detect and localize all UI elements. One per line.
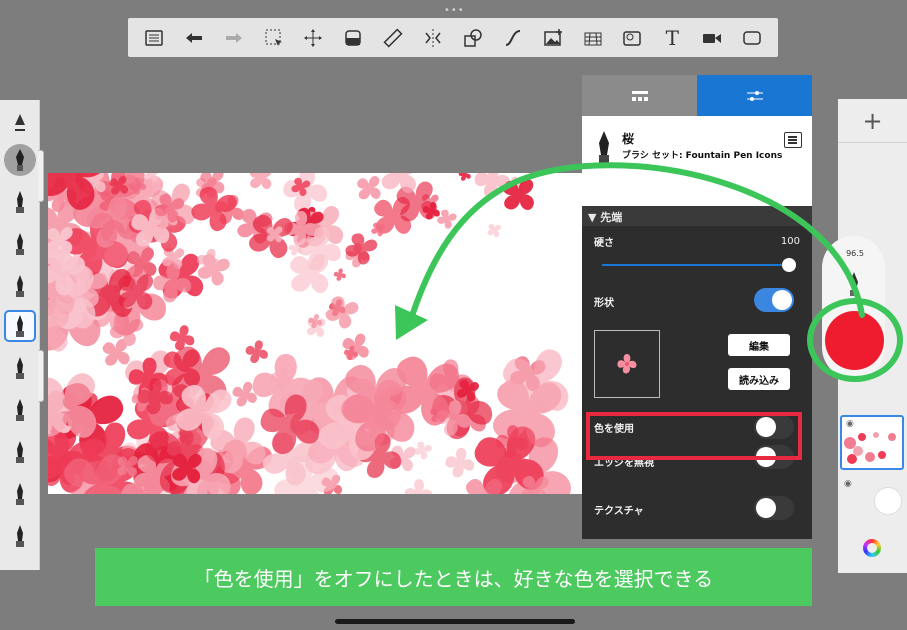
timelapse-icon[interactable] [618, 24, 646, 52]
hardness-slider-knob[interactable] [782, 258, 796, 272]
brush-slot-2[interactable] [4, 186, 36, 218]
hardness-slider[interactable] [602, 258, 796, 272]
sakura-flower [306, 312, 325, 330]
sakura-flower [457, 173, 473, 183]
sakura-flower [242, 173, 280, 197]
sakura-flower [243, 337, 271, 366]
image-icon[interactable] [539, 24, 567, 52]
sakura-artwork [48, 173, 582, 494]
curve-icon[interactable] [499, 24, 527, 52]
brush-set-name: ブラシ セット: Fountain Pen Icons [622, 151, 783, 161]
shapes-icon[interactable] [459, 24, 487, 52]
grid-icon [631, 90, 648, 101]
tab-brush-grid[interactable] [582, 75, 697, 116]
home-indicator[interactable] [335, 619, 575, 624]
shape-preview-row: 編集 読み込み [582, 330, 812, 410]
symmetry-icon[interactable] [419, 24, 447, 52]
perspective-icon[interactable] [579, 24, 607, 52]
brush-header: 桜 ブラシ セット: Fountain Pen Icons [582, 116, 812, 206]
sakura-flower [443, 446, 477, 480]
caption-banner: 「色を使用」をオフにしたときは、好きな色を選択できる [95, 548, 812, 606]
sakura-flower [337, 327, 376, 367]
undo-icon[interactable] [180, 24, 208, 52]
brush-slot-1[interactable] [4, 144, 36, 176]
drawing-canvas[interactable] [48, 173, 582, 494]
canvas-icon[interactable] [738, 24, 766, 52]
section-tip[interactable]: ▼ 先端 [582, 206, 812, 226]
brush-slot-10[interactable] [4, 520, 36, 552]
selection-icon[interactable] [260, 24, 288, 52]
use-color-highlight [586, 412, 802, 460]
hardness-label: 硬さ [594, 238, 614, 249]
brush-library-icon[interactable] [4, 108, 36, 140]
brush-menu-icon[interactable] [784, 132, 802, 148]
menu-icon[interactable] [140, 24, 168, 52]
layer-1-thumbnail[interactable]: ◉ [840, 415, 904, 470]
shape-label: 形状 [594, 298, 614, 309]
layer-2-preview [874, 487, 902, 515]
sakura-flower [320, 290, 365, 334]
ruler-icon[interactable] [379, 24, 407, 52]
transform-icon[interactable] [299, 24, 327, 52]
panel-tabs [582, 75, 812, 116]
brush-settings-panel: 桜 ブラシ セット: Fountain Pen Icons ▼ 先端 硬さ 10… [582, 75, 812, 539]
fountain-pen-icon [599, 131, 609, 164]
sakura-flower [484, 220, 505, 241]
brush-slot-4[interactable] [4, 270, 36, 302]
current-color-puck[interactable] [825, 311, 884, 370]
brush-name: 桜 [622, 132, 635, 146]
brush-slot-9[interactable] [4, 478, 36, 510]
text-glyph: T [665, 25, 679, 50]
shape-preview[interactable] [594, 330, 660, 398]
hardness-row: 硬さ 100 [582, 226, 812, 290]
video-icon[interactable] [698, 24, 726, 52]
sakura-shape-icon [617, 354, 637, 374]
texture-label: テクスチャ [594, 506, 644, 517]
edit-button[interactable]: 編集 [728, 334, 790, 356]
shape-toggle[interactable] [754, 288, 794, 312]
brush-slot-6[interactable] [4, 352, 36, 384]
shape-row: 形状 [582, 288, 812, 330]
text-icon[interactable]: T [658, 24, 686, 52]
texture-row: テクスチャ [582, 492, 812, 526]
pen-puck-icon [850, 272, 858, 296]
sakura-flower [332, 267, 348, 282]
brush-slot-3[interactable] [4, 228, 36, 260]
color-wheel-icon[interactable] [863, 539, 881, 557]
eye-icon[interactable]: ◉ [844, 479, 852, 489]
import-button[interactable]: 読み込み [728, 368, 790, 390]
redo-icon[interactable] [220, 24, 248, 52]
hardness-value: 100 [780, 236, 800, 247]
handle-dots: ••• [444, 5, 465, 16]
fill-icon[interactable] [339, 24, 367, 52]
texture-toggle[interactable] [754, 496, 794, 520]
brush-size-value: 96.5 [846, 249, 864, 258]
brush-library-strip [0, 100, 40, 570]
sliders-icon [746, 90, 763, 101]
brush-slot-selected[interactable] [4, 310, 36, 342]
brush-slot-8[interactable] [4, 436, 36, 468]
brush-slot-7[interactable] [4, 394, 36, 426]
strip-handle-top[interactable] [38, 150, 44, 202]
layer-2-thumbnail[interactable]: ◉ [840, 477, 904, 532]
add-layer-button[interactable]: + [838, 99, 907, 143]
sakura-flower [341, 228, 383, 269]
tab-brush-settings[interactable] [697, 75, 812, 116]
strip-handle-bottom[interactable] [38, 350, 44, 402]
layer-1-preview [844, 431, 902, 464]
sakura-flower [404, 478, 434, 494]
main-toolbar: T [128, 18, 778, 57]
